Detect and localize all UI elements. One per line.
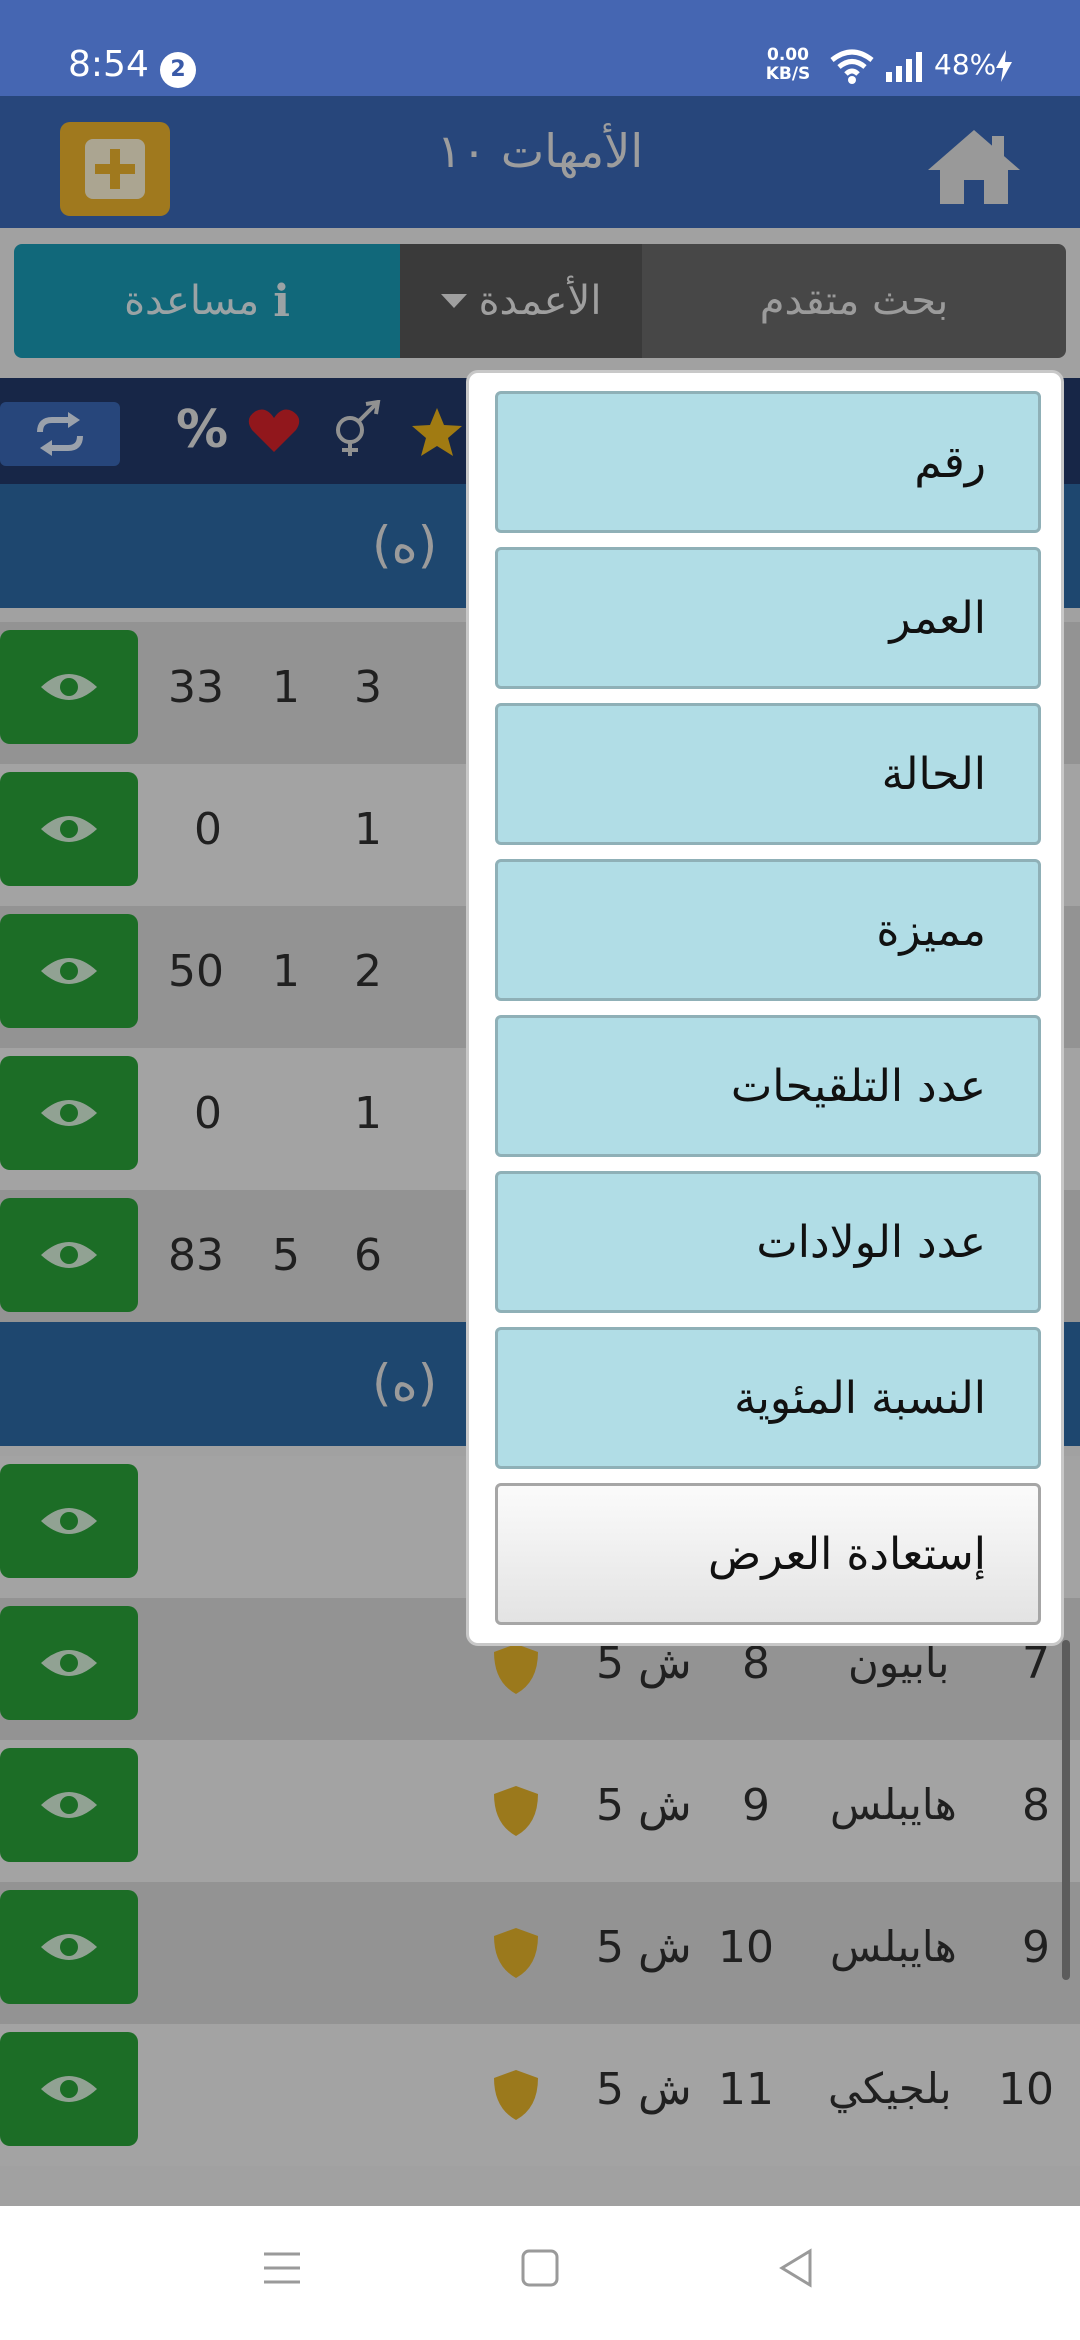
network-speed-value: 0.00 (767, 45, 809, 65)
home-square-icon[interactable] (520, 2248, 560, 2288)
menu-item-featured[interactable]: مميزة (495, 859, 1041, 1001)
menu-item-inseminations[interactable]: عدد التلقيحات (495, 1015, 1041, 1157)
menu-item-percentage[interactable]: النسبة المئوية (495, 1327, 1041, 1469)
menu-item-status[interactable]: الحالة (495, 703, 1041, 845)
battery-level: 48% (934, 48, 997, 81)
menu-item-births[interactable]: عدد الولادات (495, 1171, 1041, 1313)
status-bar: 8:54 2 0.00 KB/S 48% (0, 0, 1080, 96)
back-triangle-icon[interactable] (776, 2248, 816, 2288)
menu-icon[interactable] (262, 2248, 302, 2288)
network-speed: 0.00 KB/S (760, 46, 816, 84)
charging-icon (996, 50, 1012, 82)
menu-item-number[interactable]: رقم (495, 391, 1041, 533)
network-speed-unit: KB/S (765, 64, 811, 84)
wifi-icon (830, 49, 874, 84)
system-nav-bar (0, 2206, 1080, 2340)
status-time: 8:54 (68, 44, 149, 85)
reset-view-button[interactable]: إستعادة العرض (495, 1483, 1041, 1625)
signal-icon (886, 52, 922, 82)
columns-menu: رقم العمر الحالة مميزة عدد التلقيحات عدد… (466, 370, 1064, 1646)
notification-count-badge: 2 (160, 52, 196, 88)
menu-item-age[interactable]: العمر (495, 547, 1041, 689)
